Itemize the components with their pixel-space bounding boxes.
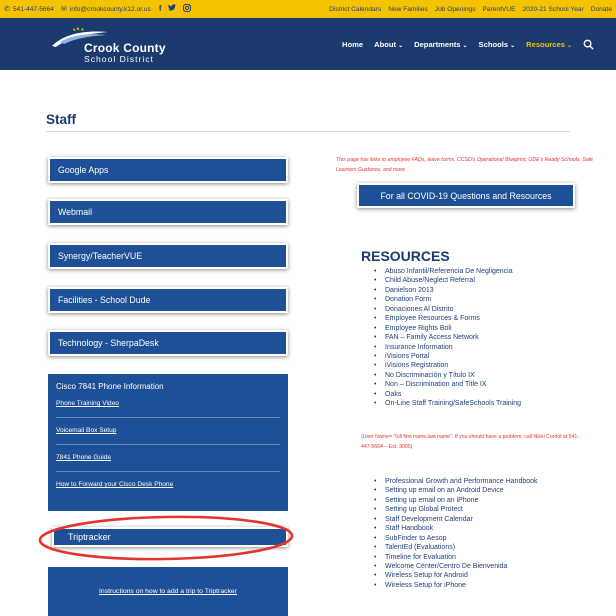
list-item[interactable]: Employee Resources & Forms [374,314,521,324]
social-links: f [159,4,192,14]
utility-link-new-families[interactable]: New Families [388,6,428,13]
list-item[interactable]: Staff Development Calendar [374,515,538,525]
nav-item-home[interactable]: Home [342,40,363,49]
nav-item-label: Departments [414,39,461,49]
utility-link-job-openings[interactable]: Job Openings [435,6,476,13]
red-annotation-ellipse [38,515,294,561]
list-item[interactable]: On-Line Staff Training/SafeSchools Train… [374,399,521,409]
resources-heading: RESOURCES [361,248,450,264]
facebook-icon[interactable]: f [159,4,162,14]
list-item[interactable]: Employee Rights Boli [374,324,521,334]
contact-info: ✆ 541-447-5664 ✉ info@crookcounty.k12.or… [4,6,151,13]
phone-training-video-link[interactable]: Phone Training Video [56,400,280,418]
button-label: Facilities - School Dude [58,295,151,305]
mail-icon: ✉ [60,5,67,13]
webmail-button[interactable]: Webmail [48,199,288,225]
utility-link-parentvue[interactable]: ParentVUE [483,6,516,13]
page-description-note: This page has links to employee FAQs, le… [336,157,594,173]
list-item[interactable]: No Discriminación y Título IX [374,371,521,381]
cisco-panel-title: Cisco 7841 Phone Information [56,382,164,391]
nav-item-departments[interactable]: Departments ⌄ [414,40,467,49]
list-item[interactable]: Setting up email on an Android Device [374,486,538,496]
triptracker-instructions-link[interactable]: Instructions on how to add a trip to Tri… [48,567,288,616]
synergy-teachervue-button[interactable]: Synergy/TeacherVUE [48,243,288,269]
logo-name: Crook County [84,41,166,55]
search-icon[interactable] [583,39,594,50]
list-item[interactable]: Wireless Setup for Android [374,571,538,581]
technology-sherpadesk-button[interactable]: Technology - SherpaDesk [48,330,288,356]
resources-list: Abuso Infantil/Referencia De Negligencia… [374,267,521,409]
page-root: ✆ 541-447-5664 ✉ info@crookcounty.k12.or… [0,0,616,616]
nav-menu: Home About ⌄ Departments ⌄ Schools ⌄ Resour… [342,18,594,70]
nav-item-label: Home [342,39,364,49]
list-item[interactable]: Setting up email on an iPhone [374,496,538,506]
utility-link-district-calendars[interactable]: District Calendars [329,6,381,13]
logo-subtitle: School District [84,54,154,64]
nav-item-label: About [374,39,397,49]
chevron-down-icon: ⌄ [510,42,516,49]
button-label: Synergy/TeacherVUE [58,251,143,261]
page-title: Staff [46,112,76,127]
list-item[interactable]: TalentEd (Evaluations) [374,543,538,553]
cisco-phone-panel: Cisco 7841 Phone Information Phone Train… [48,374,288,511]
list-item[interactable]: iVisions Portal [374,352,521,362]
list-item[interactable]: Staff Handbook [374,524,538,534]
top-utility-bar: ✆ 541-447-5664 ✉ info@crookcounty.k12.or… [0,0,616,18]
list-item[interactable]: Child Abuse/Neglect Referral [374,276,521,286]
list-item[interactable]: Professional Growth and Performance Hand… [374,477,538,487]
facilities-school-dude-button[interactable]: Facilities - School Dude [48,287,288,313]
phone-icon: ✆ [4,5,10,13]
chevron-down-icon: ⌄ [398,42,404,49]
list-item[interactable]: Non – Discrimination and Title IX [374,380,521,390]
chevron-down-icon: ⌄ [566,42,572,49]
list-item[interactable]: Wireless Setup for iPhone [374,581,538,591]
resources-list-continued: Professional Growth and Performance Hand… [374,477,538,591]
phone-number[interactable]: 541-447-5664 [13,6,54,13]
google-apps-button[interactable]: Google Apps [48,157,288,183]
button-label: For all COVID-19 Questions and Resources [380,190,552,201]
nav-item-resources[interactable]: Resources ⌄ [526,40,572,49]
phone-guide-link[interactable]: 7841 Phone Guide [56,454,280,472]
instagram-icon[interactable] [183,4,192,14]
list-item[interactable]: FAN – Family Access Network [374,333,521,343]
utility-links: District Calendars New Families Job Open… [329,6,612,13]
list-item[interactable]: SubFinder to Aesop [374,534,538,544]
forward-desk-phone-link[interactable]: How to Forward your Cisco Desk Phone [56,481,280,498]
list-item[interactable]: Timeline for Evaluation [374,553,538,563]
button-label: Google Apps [58,165,109,175]
list-item[interactable]: Donation Form [374,295,521,305]
nav-item-label: Schools [478,39,509,49]
button-label: Technology - SherpaDesk [58,338,159,348]
list-item[interactable]: Danielson 2013 [374,286,521,296]
chevron-down-icon: ⌄ [462,42,468,49]
covid-resources-button[interactable]: For all COVID-19 Questions and Resources [357,183,575,208]
link-label: Instructions on how to add a trip to Tri… [99,588,237,595]
email-link[interactable]: info@crookcounty.k12.or.us [70,6,151,13]
twitter-icon[interactable] [168,4,177,14]
list-item[interactable]: Welcome Center/Centro De Bienvenida [374,562,538,572]
nav-item-about[interactable]: About ⌄ [374,40,403,49]
list-item[interactable]: Abuso Infantil/Referencia De Negligencia [374,267,521,277]
list-item[interactable]: iVisions Registration [374,361,521,371]
list-item[interactable]: Oaks [374,390,521,400]
utility-link-donate[interactable]: Donate [591,6,612,13]
button-label: Webmail [58,207,93,217]
list-item[interactable]: Setting up Global Protect [374,505,538,515]
main-navbar: Crook County School District Home About ⌄… [0,18,616,70]
title-divider [46,131,570,132]
utility-link-school-year[interactable]: 2020-21 School Year [523,6,584,13]
nav-item-label: Resources [526,39,565,49]
list-item[interactable]: Insurance Information [374,343,521,353]
district-logo[interactable]: Crook County School District [50,26,190,64]
nav-item-schools[interactable]: Schools ⌄ [479,40,516,49]
list-item[interactable]: Donaciones Al Distrito [374,305,521,315]
login-help-note: (User Name= "full first name.last name".… [361,434,580,450]
voicemail-box-setup-link[interactable]: Voicemail Box Setup [56,427,280,445]
